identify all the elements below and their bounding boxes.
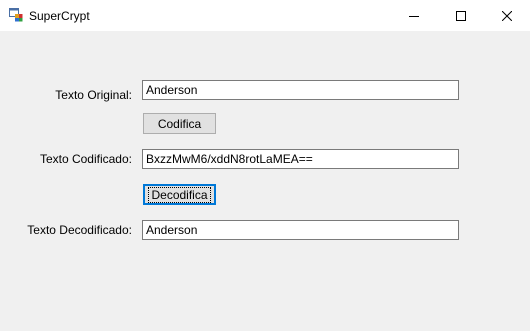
decoded-text-label: Texto Decodificado: bbox=[27, 223, 132, 237]
decode-button[interactable]: Decodifica bbox=[143, 184, 216, 205]
original-text-input[interactable]: Anderson bbox=[142, 80, 459, 100]
minimize-button[interactable] bbox=[391, 0, 437, 31]
app-window-icon[interactable] bbox=[9, 8, 23, 22]
close-button[interactable] bbox=[484, 0, 530, 31]
decoded-text-input[interactable]: Anderson bbox=[142, 220, 459, 240]
encoded-text-label: Texto Codificado: bbox=[39, 152, 132, 166]
window-title: SuperCrypt bbox=[29, 9, 90, 23]
maximize-icon bbox=[456, 10, 466, 21]
minimize-icon bbox=[409, 15, 419, 17]
title-bar: SuperCrypt bbox=[0, 0, 530, 31]
decode-button-label: Decodifica bbox=[148, 186, 211, 203]
maximize-button[interactable] bbox=[438, 0, 484, 31]
encode-button-label: Codifica bbox=[157, 116, 202, 131]
original-text-label: Texto Original: bbox=[55, 88, 132, 102]
close-icon bbox=[502, 10, 512, 21]
encoded-text-input[interactable]: BxzzMwM6/xddN8rotLaMEA== bbox=[142, 149, 459, 169]
encode-button[interactable]: Codifica bbox=[143, 113, 216, 134]
form-client-area bbox=[0, 31, 530, 331]
